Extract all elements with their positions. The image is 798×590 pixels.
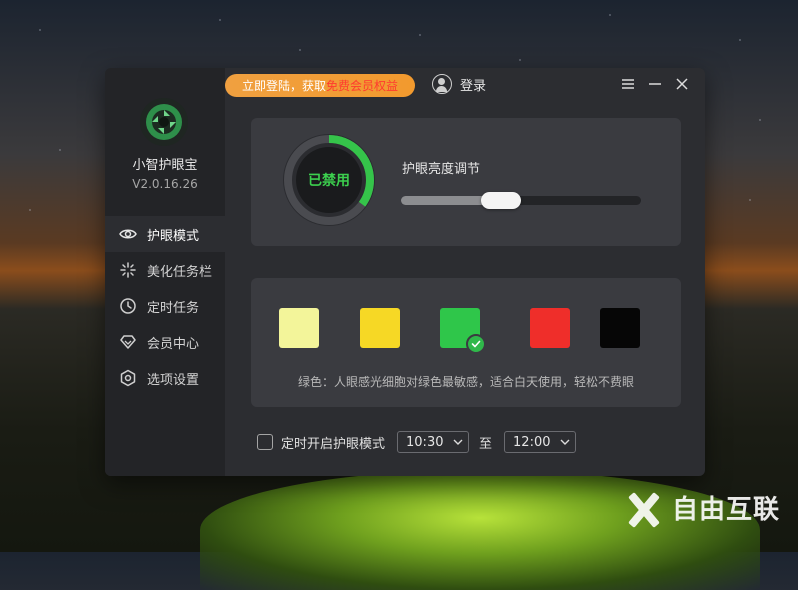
swatch-green[interactable]	[440, 308, 486, 354]
sidebar-nav: 护眼模式 美化任务栏 定时任务 会员中心 选项设置	[105, 216, 225, 396]
promo-highlight: 免费会员权益	[326, 79, 399, 93]
hamburger-icon	[622, 79, 634, 89]
start-time-value: 10:30	[406, 434, 444, 450]
app-logo-icon	[140, 98, 188, 146]
mode-status-text: 已禁用	[308, 173, 350, 189]
chevron-down-icon	[559, 436, 571, 448]
background-tent	[200, 470, 760, 590]
clock-icon	[119, 297, 137, 315]
brightness-slider-thumb[interactable]	[481, 192, 521, 209]
eye-mode-panel: 已禁用 护眼亮度调节	[251, 118, 681, 246]
sidebar-item-label: 护眼模式	[147, 228, 200, 244]
color-description: 绿色：人眼感光细胞对绿色最敏感，适合白天使用，轻松不费眼	[297, 375, 634, 389]
swatch-yellow[interactable]	[360, 308, 400, 348]
swatch-black[interactable]	[600, 308, 640, 348]
user-avatar-icon	[432, 74, 452, 94]
end-time-value: 12:00	[513, 434, 551, 450]
app-version: V2.0.16.26	[132, 177, 198, 191]
sidebar-item-settings[interactable]: 选项设置	[105, 360, 225, 396]
color-panel: 绿色：人眼感光细胞对绿色最敏感，适合白天使用，轻松不费眼	[251, 278, 681, 407]
swatch-light-yellow[interactable]	[279, 308, 319, 348]
login-button[interactable]: 登录	[432, 74, 486, 94]
schedule-checkbox[interactable]	[257, 434, 273, 450]
sidebar: 小智护眼宝 V2.0.16.26 护眼模式 美化任务栏 定时任务 会员中心 选项…	[105, 68, 225, 476]
swatch-red[interactable]	[530, 308, 570, 348]
watermark: 自由互联	[622, 489, 780, 526]
selected-check-icon	[466, 334, 486, 354]
sidebar-item-member[interactable]: 会员中心	[105, 324, 225, 360]
eye-icon	[119, 225, 137, 243]
brightness-slider[interactable]	[401, 192, 641, 209]
sidebar-item-label: 选项设置	[147, 372, 200, 388]
diamond-icon	[119, 333, 137, 351]
promo-login-banner[interactable]: 立即登陆，获取 免费会员权益	[225, 74, 415, 97]
time-separator: 至	[479, 436, 493, 452]
close-button[interactable]	[673, 75, 691, 93]
schedule-label: 定时开启护眼模式	[281, 436, 386, 452]
minimize-icon	[649, 83, 661, 85]
sidebar-item-timer[interactable]: 定时任务	[105, 288, 225, 324]
sparkle-icon	[119, 261, 137, 279]
promo-prefix: 立即登陆，获取	[241, 79, 326, 93]
watermark-x-logo-icon	[622, 490, 666, 526]
sidebar-item-label: 美化任务栏	[147, 264, 213, 280]
sidebar-item-label: 定时任务	[147, 300, 200, 316]
menu-button[interactable]	[619, 75, 637, 93]
chevron-down-icon	[452, 436, 464, 448]
sidebar-item-eye-mode[interactable]: 护眼模式	[105, 216, 225, 252]
minimize-button[interactable]	[646, 75, 664, 93]
app-name: 小智护眼宝	[132, 158, 198, 173]
app-window: 小智护眼宝 V2.0.16.26 护眼模式 美化任务栏 定时任务 会员中心 选项…	[105, 68, 705, 476]
watermark-text: 自由互联	[671, 495, 780, 525]
brightness-title: 护眼亮度调节	[402, 162, 481, 177]
close-icon	[676, 78, 688, 90]
login-label: 登录	[460, 78, 487, 94]
sidebar-item-label: 会员中心	[147, 336, 200, 352]
start-time-select[interactable]: 10:30	[397, 431, 470, 453]
schedule-row: 定时开启护眼模式 10:30 至 12:00	[257, 430, 577, 454]
end-time-select[interactable]: 12:00	[504, 431, 577, 453]
sidebar-item-taskbar[interactable]: 美化任务栏	[105, 252, 225, 288]
hexagon-settings-icon	[119, 369, 137, 387]
